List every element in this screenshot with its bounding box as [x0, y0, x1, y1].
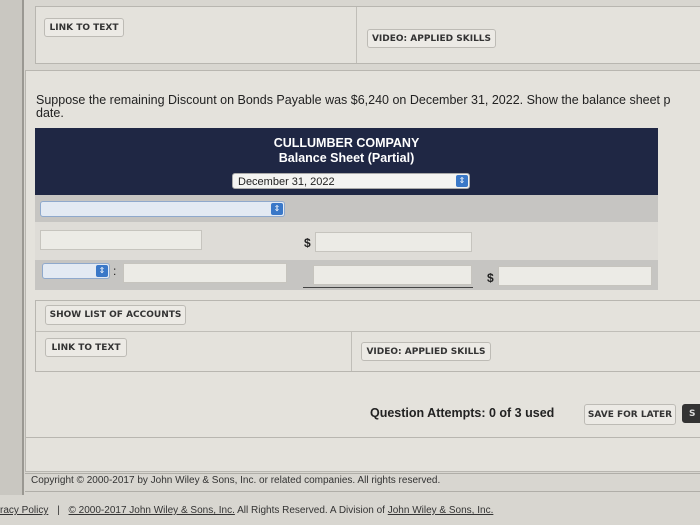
footer: racy Policy | © 2000-2017 John Wiley & S…: [0, 505, 493, 516]
select-arrows-icon: ⇕: [456, 175, 468, 187]
video-applied-skills-button-2[interactable]: VIDEO: APPLIED SKILLS: [361, 342, 491, 361]
amount-input[interactable]: [315, 232, 472, 252]
underline: [303, 287, 473, 288]
less-add-select[interactable]: ⇕: [42, 263, 110, 279]
statement-title: Balance Sheet (Partial): [278, 151, 415, 165]
select-arrows-icon: ⇕: [96, 265, 108, 277]
wiley-link[interactable]: John Wiley & Sons, Inc.: [388, 505, 494, 516]
amount-input-2[interactable]: [313, 265, 472, 285]
divider: [25, 473, 700, 474]
section-heading-select[interactable]: ⇕: [40, 201, 285, 217]
submit-button[interactable]: S: [682, 404, 700, 423]
show-list-of-accounts-button[interactable]: SHOW LIST OF ACCOUNTS: [45, 305, 186, 325]
date-select[interactable]: December 31, 2022 ⇕: [232, 173, 470, 189]
question-text-cont: date.: [36, 106, 64, 120]
privacy-policy-link[interactable]: racy Policy: [0, 505, 48, 516]
company-name: CULLUMBER COMPANY: [273, 136, 420, 150]
total-input[interactable]: [498, 266, 652, 286]
account-input[interactable]: [40, 230, 202, 250]
question-attempts: Question Attempts: 0 of 3 used: [370, 406, 555, 420]
divider: [25, 491, 700, 492]
footer-separator: |: [57, 505, 60, 516]
wiley-copyright-link[interactable]: © 2000-2017 John Wiley & Sons, Inc.: [69, 505, 235, 516]
date-select-value: December 31, 2022: [238, 176, 335, 188]
select-arrows-icon: ⇕: [271, 203, 283, 215]
copyright-text: Copyright © 2000-2017 by John Wiley & So…: [31, 475, 441, 486]
video-applied-skills-button[interactable]: VIDEO: APPLIED SKILLS: [367, 29, 496, 48]
account-input-2[interactable]: [123, 263, 287, 283]
link-to-text-button-2[interactable]: LINK TO TEXT: [45, 338, 127, 357]
colon: :: [113, 264, 117, 278]
footer-rights-text: All Rights Reserved. A Division of: [234, 505, 388, 516]
divider: [25, 437, 700, 438]
left-edge: [0, 0, 24, 495]
currency-symbol-2: $: [487, 271, 494, 285]
question-text: Suppose the remaining Discount on Bonds …: [36, 93, 671, 107]
save-for-later-button[interactable]: SAVE FOR LATER: [584, 404, 676, 425]
currency-symbol: $: [304, 236, 311, 250]
link-to-text-button[interactable]: LINK TO TEXT: [44, 18, 124, 37]
